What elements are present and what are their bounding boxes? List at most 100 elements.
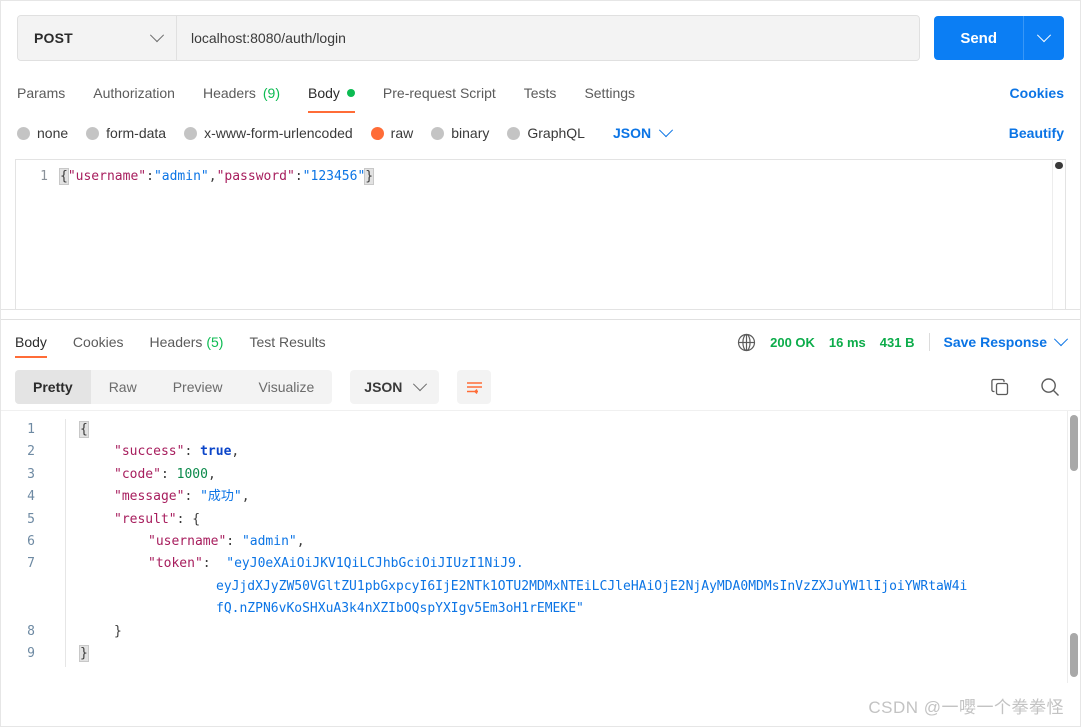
beautify-link[interactable]: Beautify (1009, 125, 1064, 141)
search-button[interactable] (1034, 371, 1066, 403)
line-number (1, 598, 35, 620)
json-colon: : (294, 169, 303, 184)
line-number: 4 (27, 489, 35, 505)
response-tab-headers[interactable]: Headers (5) (150, 320, 224, 364)
body-type-label: none (37, 125, 69, 141)
tab-label: Pre-request Script (382, 85, 496, 101)
code-line: "message": "成功", (80, 486, 1080, 508)
scrollbar-thumb[interactable] (1070, 415, 1078, 471)
json-key-username: "username" (67, 169, 147, 184)
view-mode-pretty[interactable]: Pretty (15, 370, 91, 404)
code-token: 1000 (176, 466, 208, 482)
url-input[interactable]: localhost:8080/auth/login (177, 16, 920, 60)
scrollbar-thumb-secondary[interactable] (1070, 633, 1078, 677)
response-tab-test-results[interactable]: Test Results (249, 320, 325, 364)
scrollbar-thumb[interactable] (1055, 162, 1063, 169)
http-method-select[interactable]: POST (18, 16, 177, 60)
cookies-link[interactable]: Cookies (1010, 85, 1064, 101)
globe-icon (738, 333, 756, 351)
send-button-group: Send (934, 16, 1064, 60)
line-number: 8 (27, 623, 35, 639)
body-type-label: form-data (106, 125, 167, 141)
wrap-lines-button[interactable] (457, 370, 492, 404)
request-line-numbers: 1 (16, 160, 56, 187)
tab-label: Test Results (249, 334, 326, 350)
json-colon: : (146, 169, 154, 184)
request-code-lines[interactable]: {"username":"admin","password":"123456"} (56, 160, 1065, 187)
response-body-viewer[interactable]: 1234567 89 {"success": true, "code": 1000… (1, 410, 1080, 683)
code-token: { (192, 511, 201, 527)
request-tab-settings[interactable]: Settings (584, 73, 635, 113)
view-mode-preview[interactable]: Preview (155, 370, 241, 404)
code-fold-column (47, 419, 66, 667)
request-url-bar: POST localhost:8080/auth/login Send (1, 1, 1080, 73)
request-tab-pre-request-script[interactable]: Pre-request Script (383, 73, 496, 113)
view-mode-raw[interactable]: Raw (91, 370, 155, 404)
code-token: , (296, 534, 305, 550)
code-line: eyJjdXJyZW50VGltZU1pbGxpcyI6IjE2NTk1OTU2… (80, 576, 1080, 598)
save-response-button[interactable]: Save Response (944, 332, 1069, 350)
body-type-none[interactable]: none (17, 125, 68, 141)
request-editor-scrollbar[interactable] (1052, 160, 1065, 309)
line-number: 1 (27, 422, 35, 437)
code-token: , (207, 466, 216, 482)
radio-icon[interactable] (86, 126, 100, 140)
http-method-label: POST (34, 30, 73, 46)
radio-icon[interactable] (17, 126, 30, 140)
tab-label: Body (308, 85, 340, 101)
postman-window: POST localhost:8080/auth/login Send Para… (0, 0, 1081, 727)
chevron-down-icon (1036, 28, 1052, 43)
code-token: fQ.nZPN6vKoSHXuA3k4nXZIbOQspYXIgv5Em3oH1… (216, 601, 584, 617)
response-tab-body[interactable]: Body (15, 320, 47, 364)
response-tab-cookies[interactable]: Cookies (73, 320, 124, 364)
request-tab-headers[interactable]: Headers (9) (203, 73, 280, 113)
response-code-area: 1234567 89 {"success": true, "code": 1000… (1, 411, 1080, 667)
chevron-down-icon (149, 28, 165, 43)
json-value-password: "123456" (302, 169, 366, 184)
request-tab-authorization[interactable]: Authorization (93, 73, 175, 113)
view-mode-visualize[interactable]: Visualize (241, 370, 333, 404)
request-tab-tests[interactable]: Tests (524, 73, 557, 113)
send-button[interactable]: Send (934, 16, 1023, 60)
response-body-scrollbar[interactable] (1067, 411, 1080, 683)
raw-format-select[interactable]: JSON (613, 123, 674, 141)
request-tab-params[interactable]: Params (17, 73, 65, 113)
body-type-binary[interactable]: binary (431, 125, 489, 141)
body-type-x-www-form-urlencoded[interactable]: x-www-form-urlencoded (184, 125, 353, 141)
tab-label: Params (17, 85, 66, 101)
body-type-raw[interactable]: raw (370, 125, 413, 141)
body-type-form-data[interactable]: form-data (86, 125, 166, 141)
chevron-down-icon (1053, 332, 1069, 347)
response-format-select[interactable]: JSON (350, 370, 440, 404)
copy-button[interactable] (984, 371, 1016, 403)
body-type-graphql[interactable]: GraphQL (507, 125, 585, 141)
line-number: 1 (40, 169, 48, 184)
body-type-label: x-www-form-urlencoded (204, 125, 353, 141)
code-token: : (226, 534, 242, 550)
code-token: : (184, 489, 201, 505)
response-size: 431 B (879, 334, 915, 350)
line-number (1, 576, 35, 598)
radio-icon[interactable] (507, 126, 521, 140)
code-line: fQ.nZPN6vKoSHXuA3k4nXZIbOQspYXIgv5Em3oH1… (80, 598, 1080, 620)
code-token: "message" (114, 489, 185, 505)
tab-count: (9) (262, 85, 280, 101)
send-options-button[interactable] (1023, 16, 1064, 60)
response-status: 200 OK (770, 334, 815, 350)
body-type-label: binary (451, 125, 490, 141)
code-line: "success": true, (80, 441, 1080, 463)
request-tab-body[interactable]: Body (308, 73, 355, 113)
code-token: "eyJ0eXAiOiJKV1QiLCJhbGciOiJIUzI1NiJ9. (226, 556, 524, 572)
radio-icon[interactable] (431, 126, 445, 140)
tab-label: Settings (584, 85, 636, 101)
wrap-lines-icon (466, 381, 482, 394)
response-view-modes: Pretty Raw Preview Visualize (15, 370, 333, 404)
request-body-editor[interactable]: 1 {"username":"admin","password":"123456… (15, 159, 1066, 309)
chevron-down-icon (659, 123, 674, 138)
response-line-numbers: 1 2 3 4 5 6 7 8 9 (1, 411, 47, 667)
code-token: "success" (114, 444, 185, 460)
code-token: : (176, 511, 193, 527)
radio-icon[interactable] (370, 126, 384, 140)
radio-icon[interactable] (184, 126, 198, 140)
code-line: "result": { (80, 509, 1080, 531)
